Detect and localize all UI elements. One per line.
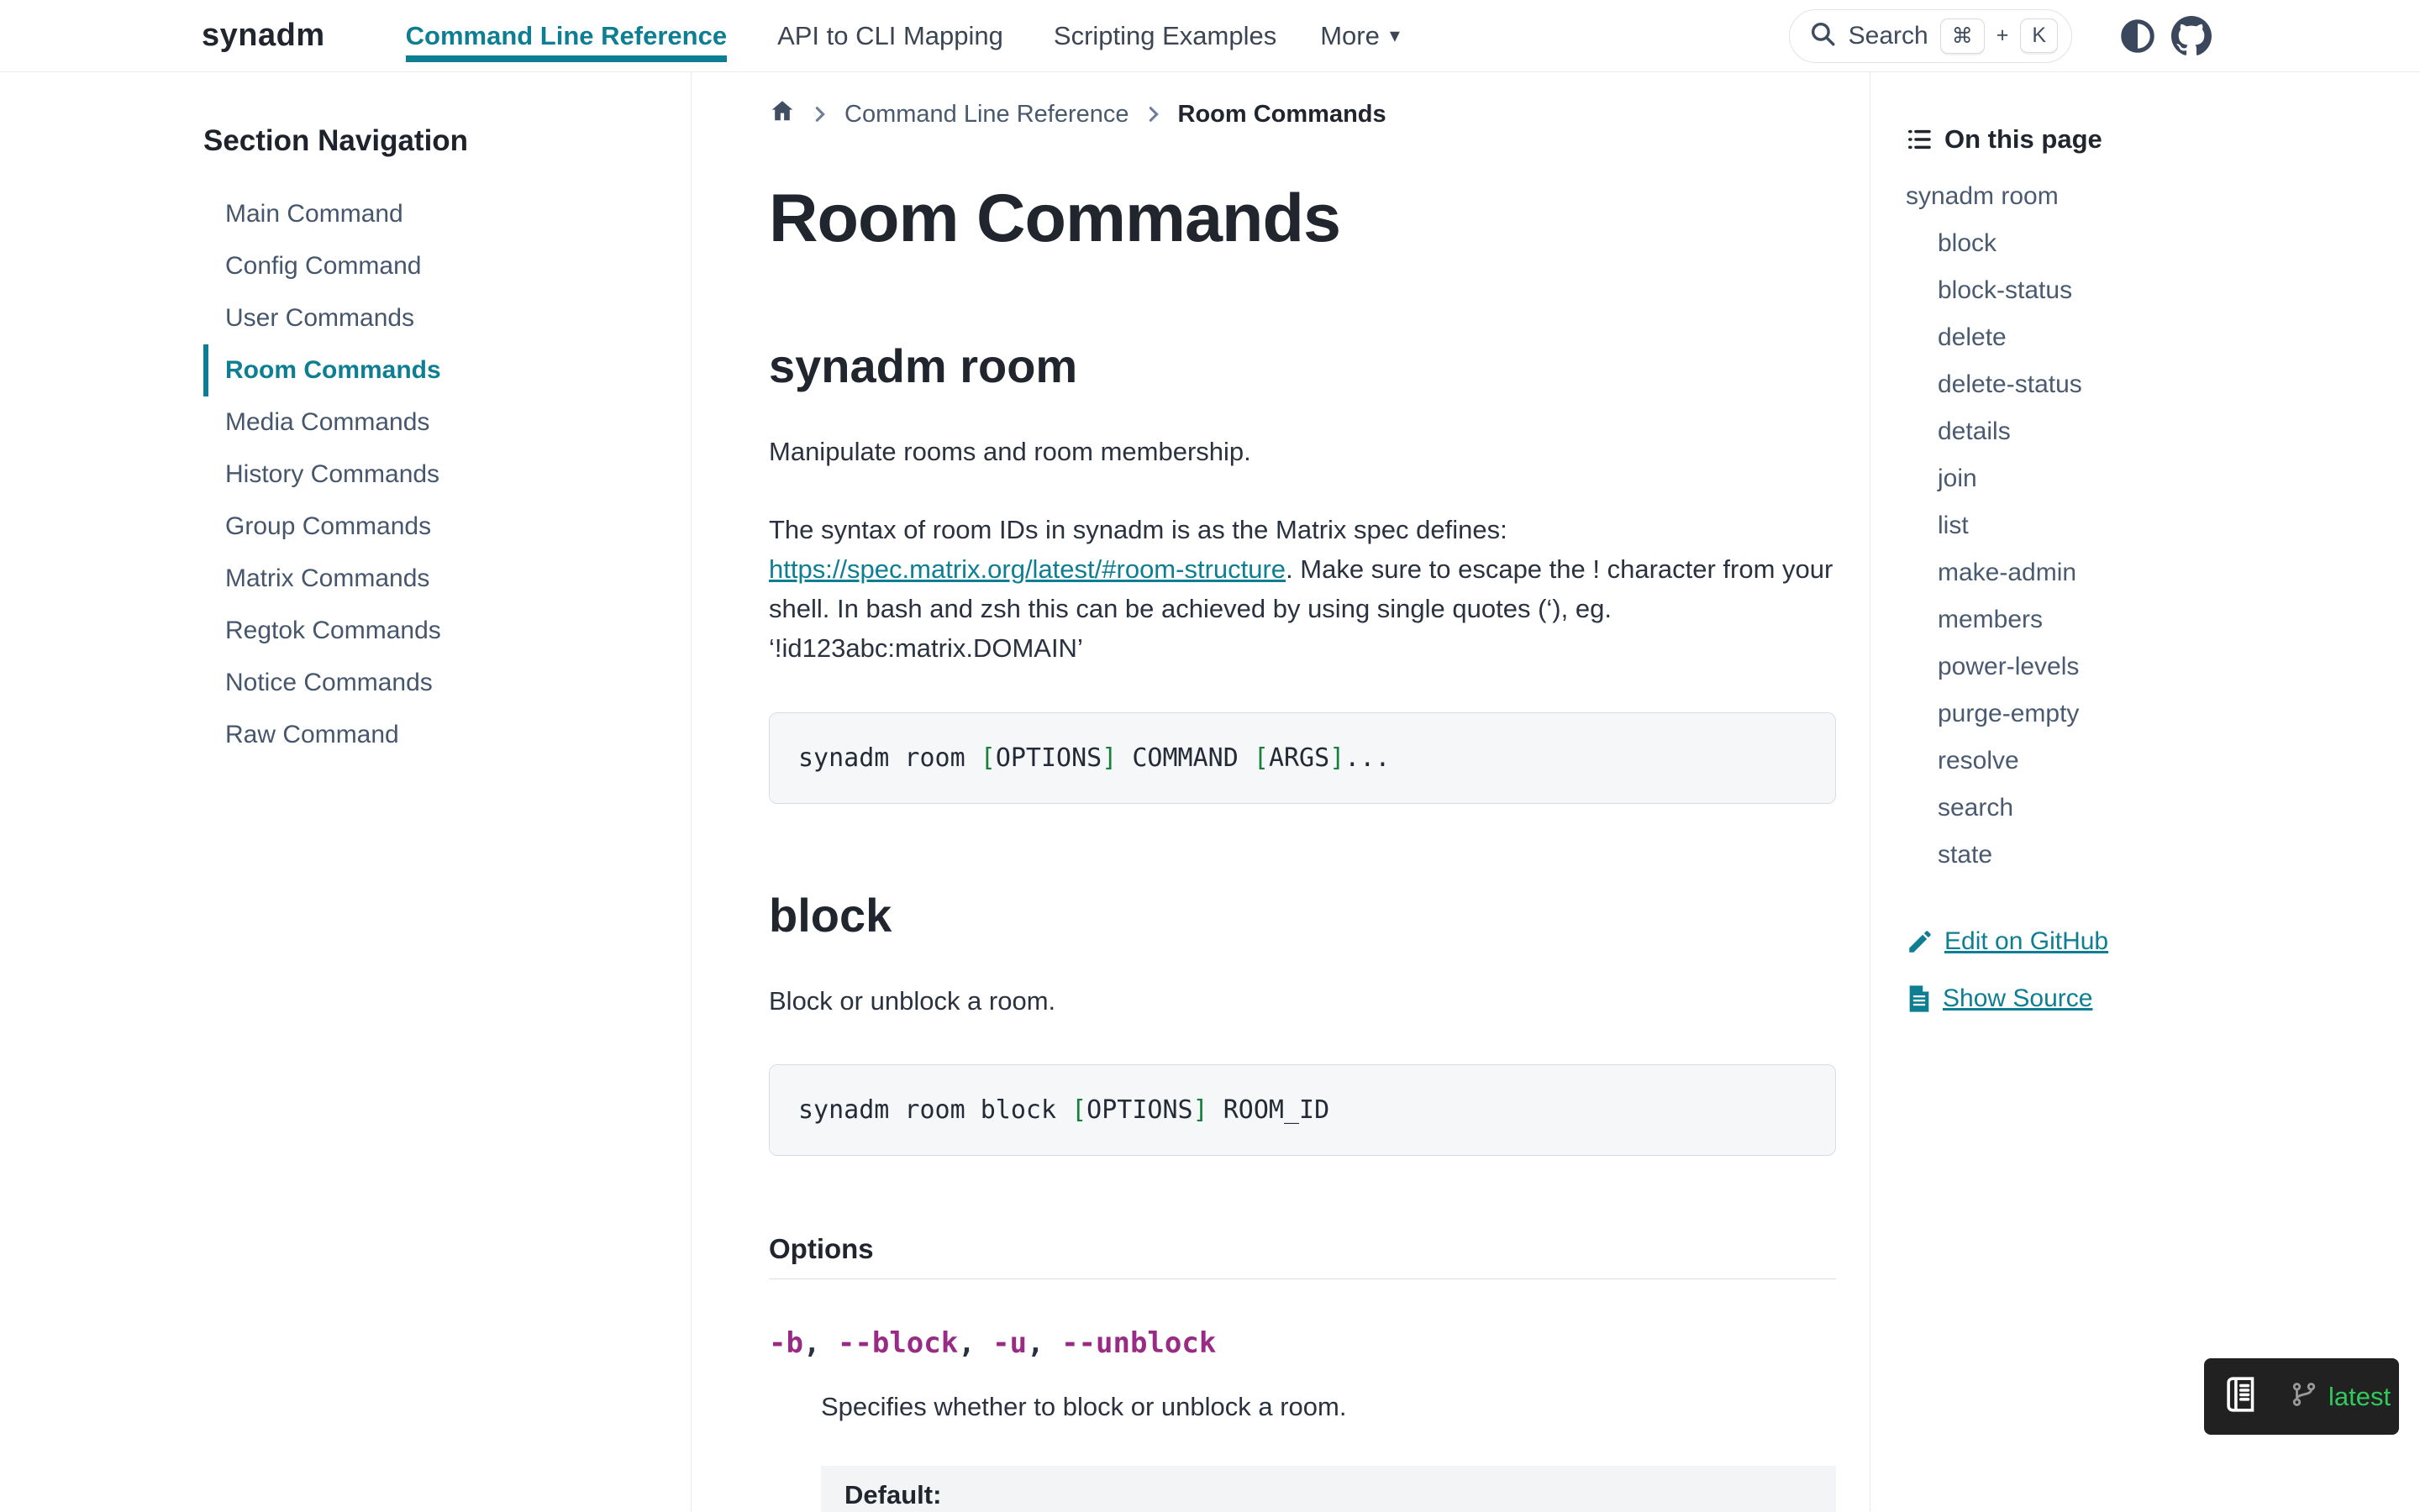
heading-synadm-room: synadm room (769, 339, 1836, 393)
toc-list: synadm roomblockblock-statusdeletedelete… (1906, 173, 2218, 879)
toc-item[interactable]: delete (1906, 314, 2218, 361)
intro-paragraph: Manipulate rooms and room membership. (769, 432, 1836, 471)
book-icon (2223, 1373, 2261, 1420)
heading-block: block (769, 888, 1836, 942)
chevron-right-icon (1144, 105, 1163, 123)
toc-item[interactable]: block-status (1906, 267, 2218, 314)
toc-item[interactable]: purge-empty (1906, 690, 2218, 738)
block-intro-paragraph: Block or unblock a room. (769, 981, 1836, 1021)
top-navbar: synadm Command Line ReferenceAPI to CLI … (0, 0, 2420, 72)
toc-title-label: On this page (1944, 124, 2102, 155)
sidebar-item[interactable]: Notice Commands (203, 657, 666, 709)
sidebar-item[interactable]: Matrix Commands (203, 553, 666, 605)
sidebar-title: Section Navigation (203, 124, 666, 158)
toc-item[interactable]: power-levels (1906, 643, 2218, 690)
page-source-links: Edit on GitHub Show Source (1906, 927, 2218, 1013)
options-rubric: Options (769, 1233, 1836, 1279)
toc-item[interactable]: state (1906, 832, 2218, 879)
sidebar-item[interactable]: Raw Command (203, 709, 666, 761)
toc-item[interactable]: synadm room (1906, 173, 2218, 220)
kbd-plus-sign: + (1996, 24, 2009, 48)
toc-item[interactable]: details (1906, 408, 2218, 455)
show-source-link[interactable]: Show Source (1906, 984, 2218, 1013)
toc-item[interactable]: delete-status (1906, 361, 2218, 408)
code-block-room-block: synadm room block [OPTIONS] ROOM_ID (769, 1064, 1836, 1156)
toc-title: On this page (1906, 124, 2218, 155)
syntax-text-before: The syntax of room IDs in synadm is as t… (769, 515, 1507, 544)
option-signature: -b, --block, -u, --unblock (769, 1326, 1836, 1360)
sidebar-item[interactable]: User Commands (203, 292, 666, 344)
search-input[interactable]: Search ⌘ + K (1789, 9, 2072, 63)
more-label: More (1320, 21, 1380, 51)
breadcrumb-current: Room Commands (1178, 101, 1386, 129)
chevron-down-icon: ▾ (1390, 24, 1400, 48)
toc-item[interactable]: resolve (1906, 738, 2218, 785)
toc-item[interactable]: make-admin (1906, 549, 2218, 596)
nav-link[interactable]: API to CLI Mapping (755, 0, 1025, 71)
toc-item[interactable]: block (1906, 220, 2218, 267)
breadcrumb: Command Line Reference Room Commands (769, 97, 1836, 131)
kbd-k-key: K (2020, 18, 2058, 53)
default-label: Default: (844, 1480, 941, 1509)
chevron-right-icon (811, 105, 829, 123)
code-block-synadm-room: synadm room [OPTIONS] COMMAND [ARGS]... (769, 712, 1836, 804)
toc-item[interactable]: search (1906, 785, 2218, 832)
main-content: Command Line Reference Room Commands Roo… (692, 72, 1870, 1511)
toc-item[interactable]: members (1906, 596, 2218, 643)
edit-on-github-label: Edit on GitHub (1944, 927, 2108, 956)
option-description: Specifies whether to block or unblock a … (821, 1392, 1836, 1422)
syntax-paragraph: The syntax of room IDs in synadm is as t… (769, 510, 1836, 668)
github-link[interactable] (2165, 9, 2218, 63)
search-icon (1808, 19, 1837, 52)
home-icon (769, 97, 796, 124)
nav-link[interactable]: Scripting Examples (1032, 0, 1298, 71)
sidebar-item[interactable]: Config Command (203, 240, 666, 292)
nav-link[interactable]: Command Line Reference (384, 0, 749, 71)
github-icon (2171, 16, 2212, 56)
theme-toggle-button[interactable] (2111, 9, 2165, 63)
show-source-label: Show Source (1943, 984, 2092, 1013)
brand-logo[interactable]: synadm (202, 18, 325, 54)
pencil-icon (1906, 927, 1934, 956)
default-field-band: Default: (821, 1466, 1836, 1512)
page-toc-sidebar: On this page synadm roomblockblock-statu… (1870, 72, 2218, 1511)
page-title: Room Commands (769, 180, 1836, 258)
toc-item[interactable]: list (1906, 502, 2218, 549)
page: synadm Command Line ReferenceAPI to CLI … (0, 0, 2420, 1512)
toc-item[interactable]: join (1906, 455, 2218, 502)
readthedocs-version-flyout[interactable]: latest (2204, 1358, 2399, 1435)
edit-on-github-link[interactable]: Edit on GitHub (1906, 927, 2218, 956)
section-navigation-sidebar: Section Navigation Main CommandConfig Co… (202, 72, 692, 1511)
kbd-command-key: ⌘ (1940, 18, 1985, 54)
version-label: latest (2328, 1382, 2391, 1412)
search-placeholder: Search (1849, 22, 1928, 50)
sidebar-item[interactable]: Regtok Commands (203, 605, 666, 657)
sidebar-item[interactable]: Group Commands (203, 501, 666, 553)
file-icon (1906, 984, 1933, 1013)
sidebar-item[interactable]: Main Command (203, 188, 666, 240)
breadcrumb-parent[interactable]: Command Line Reference (844, 101, 1129, 129)
sidebar-item[interactable]: Room Commands (203, 344, 666, 396)
sidebar-item[interactable]: Media Commands (203, 396, 666, 449)
matrix-spec-link[interactable]: https://spec.matrix.org/latest/#room-str… (769, 554, 1286, 584)
breadcrumb-home[interactable] (769, 97, 796, 131)
sidebar-item[interactable]: History Commands (203, 449, 666, 501)
more-dropdown[interactable]: More ▾ (1298, 21, 1422, 51)
list-icon (1906, 126, 1933, 153)
half-moon-icon (2118, 17, 2157, 55)
primary-nav: Command Line ReferenceAPI to CLI Mapping… (384, 0, 1299, 71)
sidebar-nav: Main CommandConfig CommandUser CommandsR… (203, 188, 666, 761)
git-branch-icon (2290, 1378, 2318, 1415)
